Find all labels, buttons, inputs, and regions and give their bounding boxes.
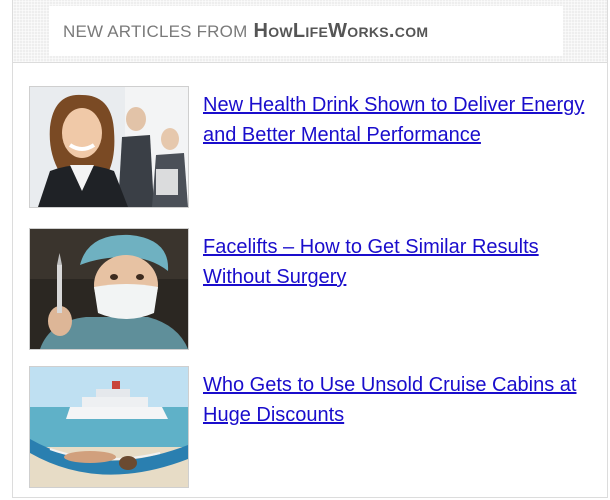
article-item-1: New Health Drink Shown to Deliver Energy… bbox=[29, 86, 589, 208]
article-link-1[interactable]: New Health Drink Shown to Deliver Energy… bbox=[203, 90, 593, 150]
articles-widget: NEW ARTICLES FROM HowLifeWorks.com New H… bbox=[12, 0, 608, 498]
article-link-2[interactable]: Facelifts – How to Get Similar Results W… bbox=[203, 232, 593, 292]
article-thumbnail-2[interactable] bbox=[29, 228, 189, 350]
article-thumbnail-3[interactable] bbox=[29, 366, 189, 488]
header-brand[interactable]: HowLifeWorks.com bbox=[253, 20, 428, 42]
article-item-3: Who Gets to Use Unsold Cruise Cabins at … bbox=[29, 366, 589, 488]
surgeon-with-scalpel-photo bbox=[30, 229, 188, 349]
header-prefix: NEW ARTICLES FROM bbox=[63, 22, 248, 41]
header-title: NEW ARTICLES FROM HowLifeWorks.com bbox=[63, 20, 428, 43]
article-item-2: Facelifts – How to Get Similar Results W… bbox=[29, 228, 589, 350]
widget-header: NEW ARTICLES FROM HowLifeWorks.com bbox=[13, 0, 607, 63]
article-link-3[interactable]: Who Gets to Use Unsold Cruise Cabins at … bbox=[203, 370, 593, 430]
cruise-ship-hammock-photo bbox=[30, 367, 188, 487]
business-woman-photo bbox=[30, 87, 188, 207]
article-thumbnail-1[interactable] bbox=[29, 86, 189, 208]
